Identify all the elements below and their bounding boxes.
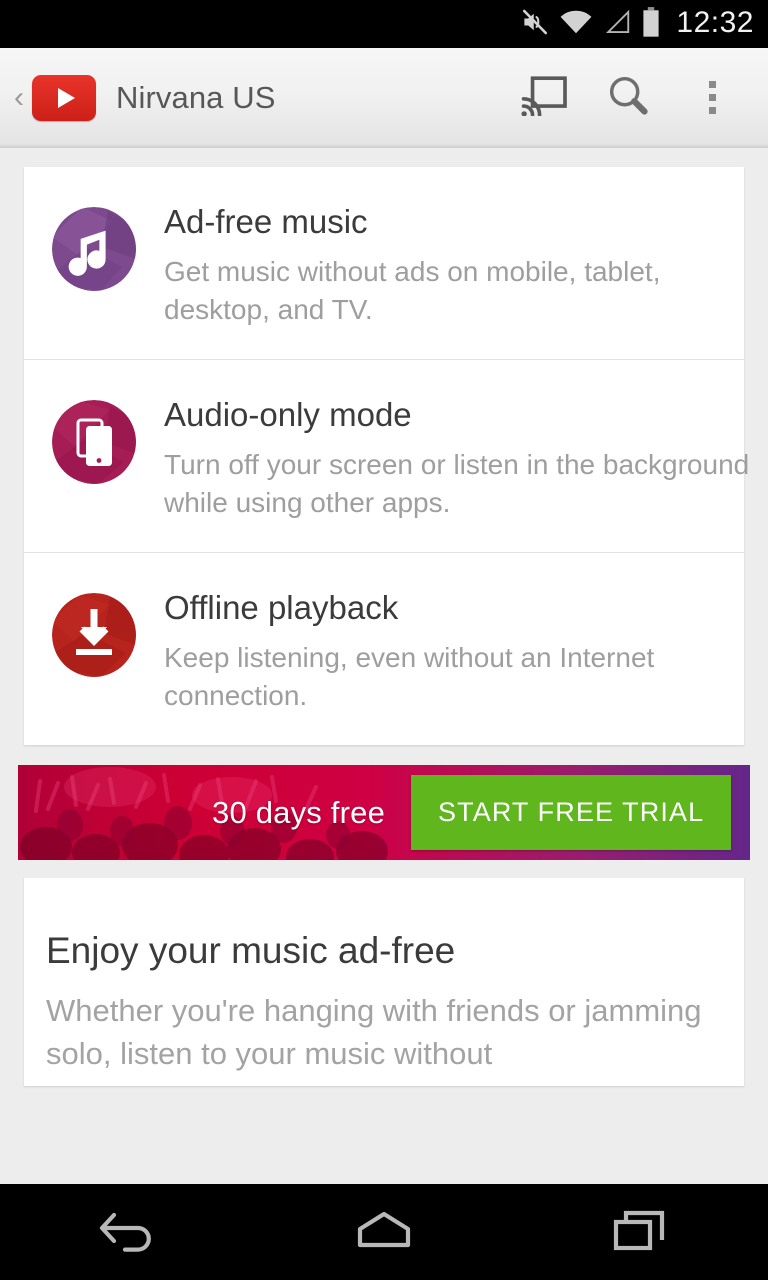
overflow-menu-button[interactable] [670, 48, 754, 148]
search-button[interactable] [586, 48, 670, 148]
feature-row[interactable]: Ad-free music Get music without ads on m… [24, 167, 744, 359]
features-card: Ad-free music Get music without ads on m… [24, 167, 744, 745]
feature-title: Offline playback [164, 589, 718, 627]
feature-description: Get music without ads on mobile, tablet,… [164, 253, 764, 329]
wifi-icon [559, 7, 593, 42]
cellular-signal-icon [602, 7, 632, 42]
recents-nav-icon [610, 1206, 670, 1259]
page-title: Nirvana US [116, 80, 276, 116]
recents-nav-button[interactable] [512, 1206, 768, 1259]
status-bar-icons [520, 6, 661, 43]
music-note-icon [52, 207, 136, 291]
back-chevron-icon[interactable]: ‹ [8, 83, 30, 113]
feature-description: Keep listening, even without an Internet… [164, 639, 764, 715]
back-nav-icon [96, 1205, 160, 1260]
feature-title: Ad-free music [164, 203, 718, 241]
battery-icon [641, 6, 661, 43]
status-bar: 12:32 [0, 0, 768, 48]
feature-row[interactable]: Offline playback Keep listening, even wi… [24, 552, 744, 745]
cast-button[interactable] [502, 48, 586, 148]
system-nav-bar [0, 1184, 768, 1280]
feature-description: Turn off your screen or listen in the ba… [164, 446, 764, 522]
feature-text: Ad-free music Get music without ads on m… [164, 201, 718, 329]
feature-row[interactable]: Audio-only mode Turn off your screen or … [24, 359, 744, 552]
info-card-body: Whether you're hanging with friends or j… [46, 990, 722, 1076]
action-bar: ‹ Nirvana US [0, 48, 768, 148]
play-triangle-icon [58, 88, 75, 108]
back-nav-button[interactable] [0, 1205, 256, 1260]
home-nav-button[interactable] [256, 1207, 512, 1258]
youtube-logo[interactable] [32, 75, 96, 121]
start-free-trial-button[interactable]: START FREE TRIAL [411, 775, 731, 850]
feature-text: Offline playback Keep listening, even wi… [164, 587, 718, 715]
feature-text: Audio-only mode Turn off your screen or … [164, 394, 718, 522]
info-card: Enjoy your music ad-free Whether you're … [24, 878, 744, 1086]
scroll-content[interactable]: Ad-free music Get music without ads on m… [0, 149, 768, 1184]
home-nav-icon [352, 1207, 416, 1258]
download-icon [52, 593, 136, 677]
promo-banner[interactable]: 30 days free START FREE TRIAL [18, 765, 750, 860]
status-bar-clock: 12:32 [672, 8, 754, 38]
cast-icon [521, 74, 567, 121]
info-card-title: Enjoy your music ad-free [46, 930, 722, 972]
overflow-menu-icon [709, 81, 716, 114]
devices-icon [52, 400, 136, 484]
feature-title: Audio-only mode [164, 396, 718, 434]
promo-label: 30 days free [212, 795, 385, 831]
action-bar-actions [502, 48, 754, 148]
search-icon [606, 73, 650, 122]
mute-icon [520, 7, 550, 42]
